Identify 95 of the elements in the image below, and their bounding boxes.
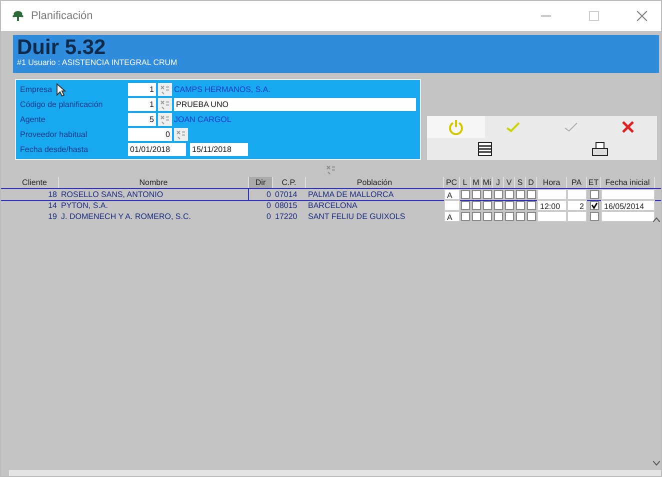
table-row[interactable]: 18 ROSELLO SANS, ANTONIO 0 07014 PALMA DE MALLORCA A — [1, 189, 661, 200]
column-header[interactable]: Cliente — [11, 177, 59, 189]
pa-cell[interactable] — [567, 189, 587, 200]
date-cell[interactable] — [601, 189, 655, 200]
lookup-icon[interactable] — [158, 113, 172, 126]
day-checkbox[interactable] — [527, 190, 536, 199]
date-field[interactable]: 15/11/2018 — [190, 143, 248, 156]
table-cell: 08015 — [275, 201, 298, 210]
day-checkbox[interactable] — [516, 212, 525, 221]
day-checkbox[interactable] — [494, 201, 503, 210]
column-header[interactable]: Dir — [249, 177, 273, 189]
column-header[interactable]: J — [493, 177, 504, 189]
et-checkbox[interactable] — [590, 201, 598, 210]
day-checkbox[interactable] — [483, 190, 492, 199]
date-field[interactable]: 01/01/2018 — [128, 143, 186, 156]
field-label: Proveedor habitual — [20, 130, 88, 139]
day-checkbox[interactable] — [527, 212, 536, 221]
day-checkbox[interactable] — [505, 212, 514, 221]
day-checkbox[interactable] — [505, 190, 514, 199]
pa-cell[interactable]: 2 — [567, 200, 587, 211]
code-field[interactable]: 1 — [128, 83, 156, 96]
printer-icon — [592, 142, 608, 156]
column-header[interactable]: L — [460, 177, 471, 189]
date-cell[interactable] — [601, 211, 655, 222]
field-label: Fecha desde/hasta — [20, 145, 88, 154]
date-cell[interactable]: 16/05/2014 — [601, 200, 655, 211]
field-label: Agente — [20, 115, 46, 124]
app-title: Duir 5.32 — [17, 37, 107, 58]
table-cell: 17220 — [275, 212, 298, 221]
day-checkbox[interactable] — [516, 201, 525, 210]
column-header[interactable]: S — [515, 177, 526, 189]
column-header[interactable]: Mi — [482, 177, 493, 189]
day-checkbox[interactable] — [461, 201, 470, 210]
code-field[interactable]: 1 — [128, 98, 156, 111]
table-cell: 0 — [266, 190, 271, 199]
table-cell: SANT FELIU DE GUIXOLS — [308, 212, 406, 221]
column-header[interactable]: D — [526, 177, 537, 189]
pa-cell[interactable] — [567, 211, 587, 222]
table-cell: 19 — [48, 212, 57, 221]
column-header[interactable]: V — [504, 177, 515, 189]
tree-icon — [11, 10, 25, 22]
table-row[interactable]: 19 J. DOMENECH Y A. ROMERO, S.C. 0 17220 SANT FELIU DE GUIXOLS A — [11, 211, 661, 222]
day-checkbox[interactable] — [472, 190, 481, 199]
column-header[interactable]: Población — [306, 177, 444, 189]
close-icon[interactable] — [637, 11, 647, 21]
day-checkbox[interactable] — [516, 190, 525, 199]
pc-cell[interactable]: A — [444, 211, 460, 222]
field-label: Código de planificación — [20, 100, 103, 109]
window-title: Planificación — [31, 10, 93, 22]
day-checkbox[interactable] — [461, 212, 470, 221]
table-cell: 18 — [48, 190, 57, 199]
day-checkbox[interactable] — [494, 190, 503, 199]
lookup-icon[interactable] — [158, 83, 172, 96]
day-checkbox[interactable] — [472, 212, 481, 221]
scrollbar[interactable] — [652, 215, 661, 468]
table-cell: PALMA DE MALLORCA — [308, 190, 394, 199]
pc-cell[interactable] — [444, 200, 460, 211]
cursor-icon — [56, 83, 66, 97]
pc-cell[interactable]: A — [444, 189, 460, 200]
table-cell: BARCELONA — [308, 201, 358, 210]
table-cell: 14 — [48, 201, 57, 210]
time-cell[interactable] — [537, 189, 567, 200]
day-checkbox[interactable] — [461, 190, 470, 199]
day-checkbox[interactable] — [527, 201, 536, 210]
code-field[interactable]: 0 — [128, 128, 172, 141]
table-cell: ROSELLO SANS, ANTONIO — [61, 190, 164, 199]
time-cell[interactable]: 12:00 — [537, 200, 567, 211]
time-cell[interactable] — [537, 211, 567, 222]
field-label: Empresa — [20, 85, 52, 94]
lookup-icon[interactable] — [174, 128, 188, 141]
user-label: #1 Usuario : ASISTENCIA INTEGRAL CRUM — [17, 58, 178, 67]
day-checkbox[interactable] — [472, 201, 481, 210]
description-field[interactable]: PRUEBA UNO — [174, 98, 416, 111]
field-value: JOAN CARGOL — [174, 115, 232, 124]
lookup-icon[interactable] — [158, 98, 172, 111]
day-checkbox[interactable] — [483, 201, 492, 210]
table-cell: PYTON, S.A. — [61, 201, 108, 210]
column-header[interactable]: M — [471, 177, 482, 189]
field-value: CAMPS HERMANOS, S.A. — [174, 85, 270, 94]
lookup-icon[interactable] — [325, 164, 337, 175]
et-checkbox[interactable] — [590, 190, 598, 199]
scroll-up-icon[interactable] — [653, 217, 660, 222]
scroll-down-icon[interactable] — [653, 461, 660, 466]
code-field[interactable]: 5 — [128, 113, 156, 126]
day-checkbox[interactable] — [505, 201, 514, 210]
day-checkbox[interactable] — [494, 212, 503, 221]
list-icon — [478, 142, 492, 156]
table-cell: 0 — [266, 201, 271, 210]
et-checkbox[interactable] — [590, 212, 598, 221]
table-cell: J. DOMENECH Y A. ROMERO, S.C. — [61, 212, 191, 221]
table-row[interactable]: 14 PYTON, S.A. 0 08015 BARCELONA 12:00 2 16/05/2014 — [11, 200, 661, 211]
table-cell: 0 — [266, 212, 271, 221]
column-header[interactable]: C.P. — [273, 177, 306, 189]
day-checkbox[interactable] — [483, 212, 492, 221]
table-cell: 07014 — [275, 190, 298, 199]
